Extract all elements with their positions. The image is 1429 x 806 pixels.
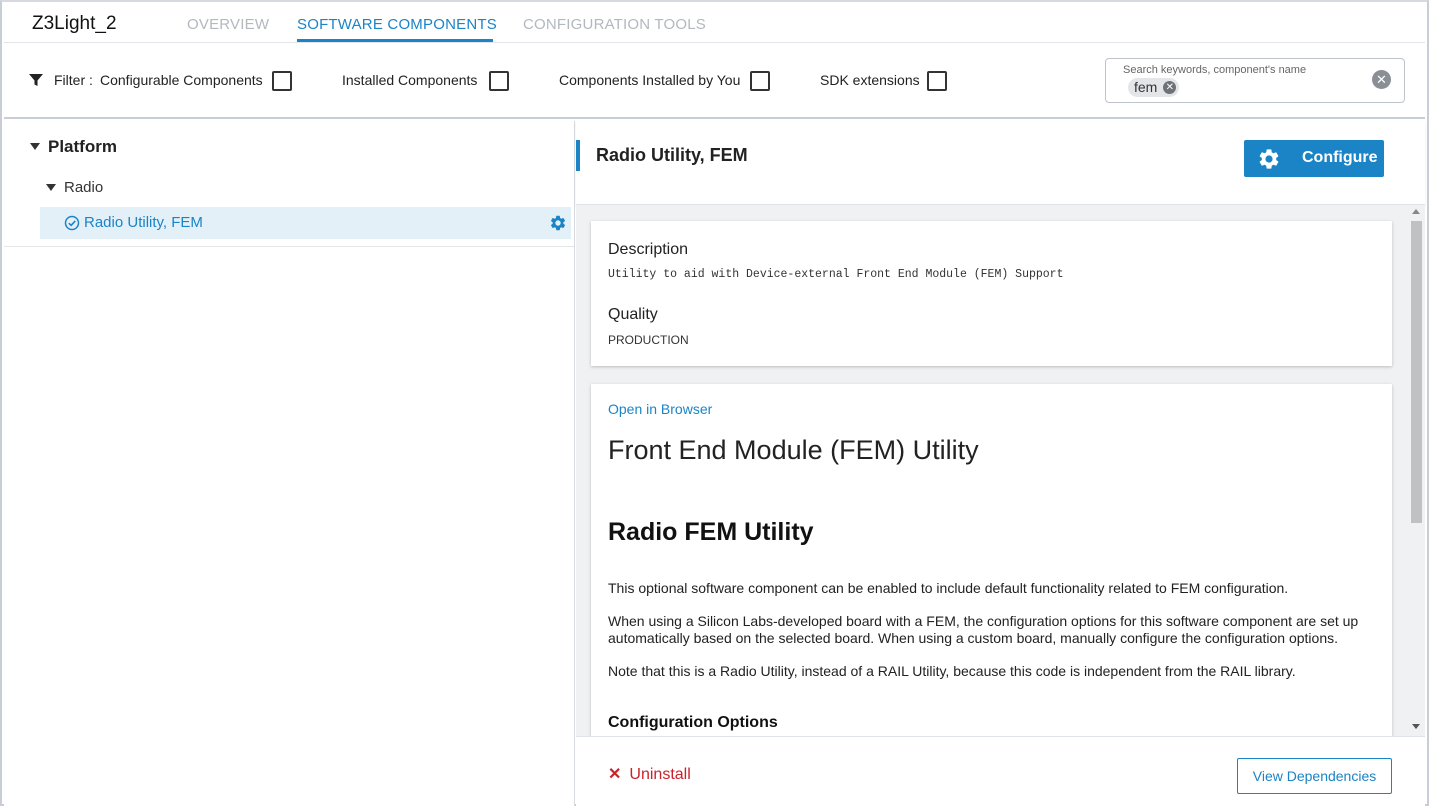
scrollbar-thumb[interactable] <box>1411 221 1422 523</box>
search-chip-label: fem <box>1134 79 1158 95</box>
quality-value: PRODUCTION <box>608 333 689 347</box>
detail-scroll-area[interactable]: Description Utility to aid with Device-e… <box>576 205 1425 736</box>
tab-configuration-tools[interactable]: CONFIGURATION TOOLS <box>523 16 706 33</box>
doc-paragraph-1: This optional software component can be … <box>608 580 1289 596</box>
detail-footer: ✕ Uninstall View Dependencies <box>576 736 1425 806</box>
description-heading: Description <box>608 241 689 258</box>
title-accent-bar <box>576 140 580 171</box>
tree-item-label: Radio Utility, FEM <box>84 214 203 231</box>
scroll-down-icon[interactable] <box>1412 724 1420 729</box>
funnel-icon <box>29 74 43 86</box>
tree-item-radio[interactable]: Radio <box>64 179 103 196</box>
configure-button-label: Configure <box>1302 149 1378 166</box>
tab-software-components[interactable]: SOFTWARE COMPONENTS <box>297 16 497 33</box>
check-circle-icon <box>64 215 80 231</box>
filter-label: Filter : <box>54 72 93 88</box>
tree-item-platform[interactable]: Platform <box>48 137 117 157</box>
info-card: Description Utility to aid with Device-e… <box>591 221 1392 366</box>
project-title: Z3Light_2 <box>32 13 117 34</box>
search-placeholder: Search keywords, component's name <box>1123 64 1307 76</box>
radio-expand-icon[interactable] <box>46 184 56 191</box>
clear-search-icon[interactable]: ✕ <box>1372 70 1391 89</box>
component-tree: Platform Radio Radio Utility, FEM <box>4 121 575 806</box>
detail-header: Radio Utility, FEM Configure <box>576 121 1425 205</box>
scroll-up-icon[interactable] <box>1412 209 1420 214</box>
tab-overview[interactable]: OVERVIEW <box>187 16 269 33</box>
tree-divider <box>4 246 574 247</box>
doc-paragraph-3: Note that this is a Radio Utility, inste… <box>608 663 1296 679</box>
doc-heading: Radio FEM Utility <box>608 518 814 546</box>
detail-title: Radio Utility, FEM <box>596 145 748 165</box>
active-tab-indicator <box>297 39 493 42</box>
search-input[interactable]: Search keywords, component's name fem ✕ … <box>1105 58 1405 103</box>
filter-configurable-label: Configurable Components <box>100 72 263 88</box>
doc-subheading: Configuration Options <box>608 714 778 731</box>
chip-close-icon[interactable]: ✕ <box>1163 81 1177 94</box>
configure-button[interactable]: Configure <box>1244 140 1384 177</box>
documentation-card: Open in Browser Front End Module (FEM) U… <box>591 384 1392 736</box>
close-icon: ✕ <box>608 766 622 783</box>
app-frame: Z3Light_2 OVERVIEW SOFTWARE COMPONENTS C… <box>0 0 1429 806</box>
uninstall-button[interactable]: ✕ Uninstall <box>608 764 691 784</box>
filter-bar: Filter : Configurable Components Install… <box>4 43 1425 119</box>
platform-expand-icon[interactable] <box>30 143 40 150</box>
description-text: Utility to aid with Device-external Fron… <box>608 268 1064 281</box>
filter-sdk-extensions-checkbox[interactable] <box>927 71 947 91</box>
doc-paragraph-2: When using a Silicon Labs-developed boar… <box>608 613 1359 646</box>
gear-icon <box>1259 149 1279 169</box>
search-chip[interactable]: fem ✕ <box>1128 78 1180 97</box>
uninstall-label: Uninstall <box>629 766 691 783</box>
top-header: Z3Light_2 OVERVIEW SOFTWARE COMPONENTS C… <box>4 4 1425 43</box>
filter-installed-checkbox[interactable] <box>489 71 509 91</box>
filter-configurable-checkbox[interactable] <box>272 71 292 91</box>
gear-icon[interactable] <box>549 214 567 232</box>
filter-installed-label: Installed Components <box>342 72 478 88</box>
view-dependencies-button[interactable]: View Dependencies <box>1237 758 1392 794</box>
tree-item-radio-utility-fem[interactable]: Radio Utility, FEM <box>40 207 571 239</box>
filter-installed-by-you-label: Components Installed by You <box>559 72 741 88</box>
quality-heading: Quality <box>608 306 658 323</box>
filter-sdk-extensions-label: SDK extensions <box>820 72 920 88</box>
filter-installed-by-you-checkbox[interactable] <box>750 71 770 91</box>
vertical-scrollbar[interactable] <box>1408 205 1425 736</box>
open-in-browser-link[interactable]: Open in Browser <box>608 401 712 417</box>
doc-title: Front End Module (FEM) Utility <box>608 435 979 465</box>
